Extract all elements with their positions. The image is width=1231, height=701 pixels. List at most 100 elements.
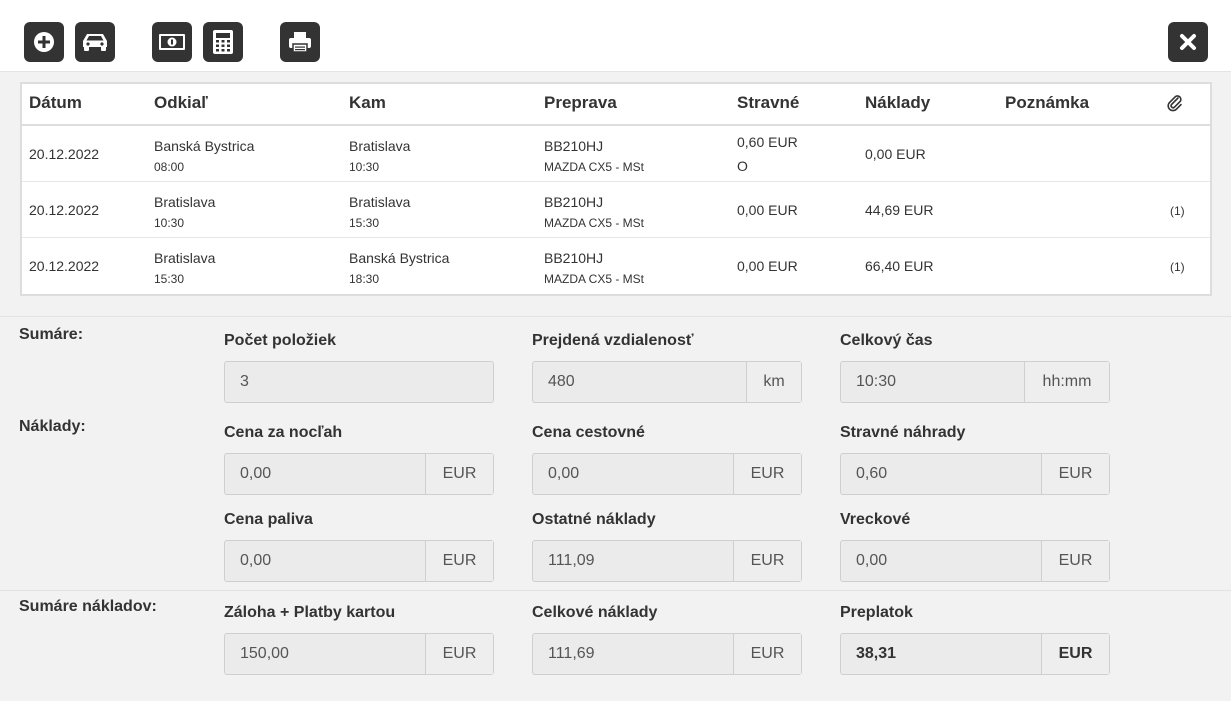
- cell-vozidlo: MAZDA CX5 - MSt: [544, 160, 645, 174]
- column-header-odkial[interactable]: Odkiaľ: [154, 84, 208, 124]
- stravne-nahrady-value: 0,60: [856, 465, 888, 482]
- cell-naklady: 0,00 EUR: [865, 146, 926, 162]
- zaloha-field[interactable]: 150,00 EUR: [224, 633, 494, 675]
- cell-odkial: Banská Bystrica: [154, 138, 255, 154]
- paperclip-icon: [1167, 95, 1182, 112]
- cell-odkial: Bratislava: [154, 194, 216, 210]
- cell-stravne: 0,00 EUR: [737, 202, 798, 218]
- cell-kam: Banská Bystrica: [349, 250, 450, 266]
- cell-spz: BB210HJ: [544, 250, 604, 266]
- label-celkove-naklady: Celkové náklady: [532, 604, 658, 621]
- ostatne-naklady-value: 111,09: [548, 552, 595, 569]
- close-icon: [1180, 34, 1196, 50]
- label-zaloha: Záloha + Platby kartou: [224, 604, 396, 621]
- cell-kam-time: 15:30: [349, 216, 380, 230]
- stravne-nahrady-field[interactable]: 0,60 EUR: [840, 453, 1110, 495]
- cell-naklady: 66,40 EUR: [865, 258, 934, 274]
- preplatok-value: 38,31: [856, 645, 897, 662]
- celkovy-cas-field[interactable]: 10:30 hh:mm: [840, 361, 1110, 403]
- divider: [0, 316, 1231, 317]
- column-header-datum[interactable]: Dátum: [29, 84, 82, 124]
- close-button[interactable]: [1168, 22, 1208, 62]
- unit-addon: hh:mm: [1024, 362, 1109, 402]
- car-button[interactable]: [75, 22, 115, 62]
- unit-addon: EUR: [1041, 541, 1109, 581]
- ostatne-naklady-field[interactable]: 111,09 EUR: [532, 540, 802, 582]
- cell-attachments[interactable]: (1): [1170, 260, 1185, 274]
- print-button[interactable]: [280, 22, 320, 62]
- cena-za-noclah-value: 0,00: [240, 465, 272, 482]
- car-icon: [83, 34, 107, 51]
- cell-kam: Bratislava: [349, 138, 411, 154]
- table-header: Dátum Odkiaľ Kam Preprava Stravné Náklad…: [22, 84, 1210, 126]
- cena-za-noclah-field[interactable]: 0,00 EUR: [224, 453, 494, 495]
- cell-datum: 20.12.2022: [29, 146, 100, 162]
- label-preplatok: Preplatok: [840, 604, 913, 621]
- label-pocet-poloziek: Počet položiek: [224, 332, 337, 349]
- vreckove-value: 0,00: [856, 552, 888, 569]
- cena-paliva-value: 0,00: [240, 552, 272, 569]
- table-row[interactable]: 20.12.2022 Bratislava 15:30 Banská Bystr…: [22, 238, 1210, 294]
- divider: [0, 590, 1231, 591]
- calculator-button[interactable]: [203, 22, 243, 62]
- cell-vozidlo: MAZDA CX5 - MSt: [544, 272, 645, 286]
- label-cena-paliva: Cena paliva: [224, 511, 313, 528]
- cell-kam: Bratislava: [349, 194, 411, 210]
- table-row[interactable]: 20.12.2022 Banská Bystrica 08:00 Bratisl…: [22, 126, 1210, 182]
- print-icon: [289, 32, 311, 53]
- unit-addon: EUR: [1041, 634, 1109, 674]
- cell-naklady: 44,69 EUR: [865, 202, 934, 218]
- zaloha-value: 150,00: [240, 645, 289, 662]
- column-header-kam[interactable]: Kam: [349, 84, 386, 124]
- cell-attachments[interactable]: (1): [1170, 204, 1185, 218]
- column-header-naklady[interactable]: Náklady: [865, 84, 930, 124]
- cell-datum: 20.12.2022: [29, 258, 100, 274]
- cell-odkial: Bratislava: [154, 250, 216, 266]
- section-label-sumare: Sumáre:: [19, 326, 84, 343]
- cena-cestovne-field[interactable]: 0,00 EUR: [532, 453, 802, 495]
- column-header-preprava[interactable]: Preprava: [544, 84, 617, 124]
- toolbar: [0, 0, 1231, 72]
- unit-addon: km: [746, 362, 801, 402]
- pocet-poloziek-field[interactable]: 3: [224, 361, 494, 403]
- unit-addon: EUR: [425, 454, 493, 494]
- cell-datum: 20.12.2022: [29, 202, 100, 218]
- cell-odkial-time: 10:30: [154, 216, 185, 230]
- cell-kam-time: 10:30: [349, 160, 380, 174]
- unit-addon: EUR: [733, 634, 801, 674]
- prejdena-vzdialenost-value: 480: [548, 373, 575, 390]
- celkove-naklady-field[interactable]: 111,69 EUR: [532, 633, 802, 675]
- money-icon: [159, 34, 185, 50]
- preplatok-field[interactable]: 38,31 EUR: [840, 633, 1110, 675]
- cell-odkial-time: 08:00: [154, 160, 185, 174]
- cell-spz: BB210HJ: [544, 194, 604, 210]
- add-icon: [34, 32, 54, 52]
- label-prejdena-vzdialenost: Prejdená vzdialenosť: [532, 332, 694, 349]
- cell-spz: BB210HJ: [544, 138, 604, 154]
- cell-stravne: 0,60 EUR: [737, 134, 798, 150]
- prejdena-vzdialenost-field[interactable]: 480 km: [532, 361, 802, 403]
- cell-stravne: 0,00 EUR: [737, 258, 798, 274]
- label-vreckove: Vreckové: [840, 511, 911, 528]
- cell-odkial-time: 15:30: [154, 272, 185, 286]
- section-label-naklady: Náklady:: [19, 418, 86, 435]
- unit-addon: EUR: [733, 541, 801, 581]
- calculator-icon: [213, 30, 233, 54]
- add-button[interactable]: [24, 22, 64, 62]
- table-row[interactable]: 20.12.2022 Bratislava 10:30 Bratislava 1…: [22, 182, 1210, 238]
- cell-vozidlo: MAZDA CX5 - MSt: [544, 216, 645, 230]
- unit-addon: EUR: [425, 541, 493, 581]
- label-ostatne-naklady: Ostatné náklady: [532, 511, 656, 528]
- vreckove-field[interactable]: 0,00 EUR: [840, 540, 1110, 582]
- label-stravne-nahrady: Stravné náhrady: [840, 424, 966, 441]
- section-label-sumare-nakladov: Sumáre nákladov:: [19, 598, 157, 615]
- cena-paliva-field[interactable]: 0,00 EUR: [224, 540, 494, 582]
- label-cena-cestovne: Cena cestovné: [532, 424, 645, 441]
- money-button[interactable]: [152, 22, 192, 62]
- column-header-stravne[interactable]: Stravné: [737, 84, 799, 124]
- column-header-poznamka[interactable]: Poznámka: [1005, 84, 1089, 124]
- unit-addon: EUR: [1041, 454, 1109, 494]
- cena-cestovne-value: 0,00: [548, 465, 580, 482]
- travel-table: Dátum Odkiaľ Kam Preprava Stravné Náklad…: [20, 82, 1212, 296]
- cell-kam-time: 18:30: [349, 272, 380, 286]
